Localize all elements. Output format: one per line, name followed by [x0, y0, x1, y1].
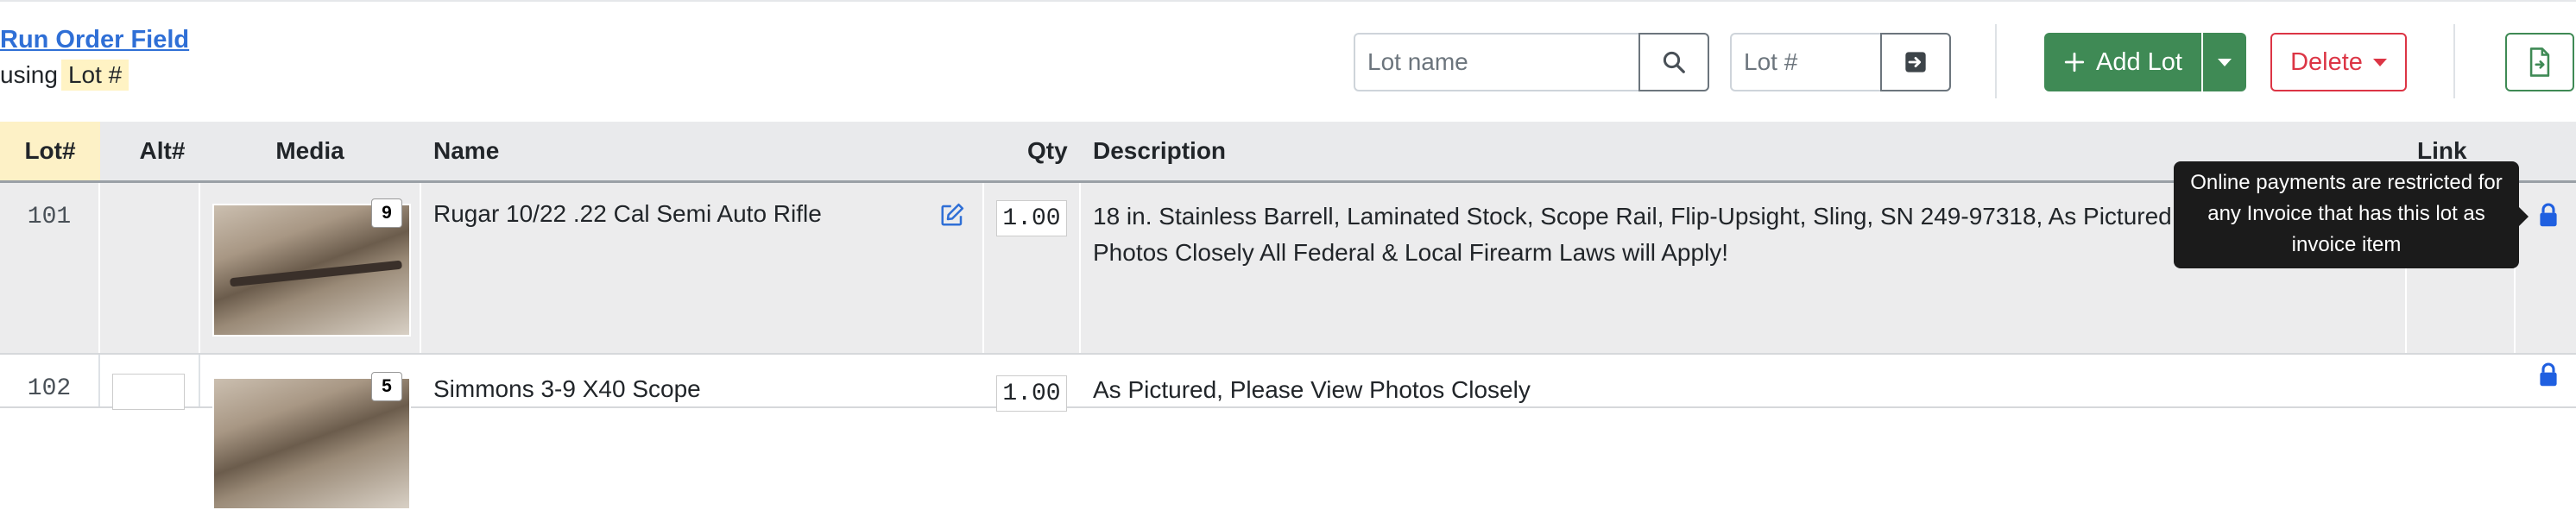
lock-icon[interactable]: [2538, 362, 2559, 387]
lot-number-jump-group: [1730, 33, 1951, 91]
tooltip-arrow: [2519, 207, 2529, 226]
table-row[interactable]: 102 5 Simmons 3-9 X40 Scope 1.00 As Pict…: [0, 355, 2576, 510]
lot-name-search-input[interactable]: [1354, 33, 1638, 91]
lot-number-cell: 101: [0, 183, 100, 353]
lot-name-search-button[interactable]: [1638, 33, 1709, 91]
add-lot-button[interactable]: Add Lot: [2044, 33, 2201, 91]
qty-value[interactable]: 1.00: [996, 375, 1067, 412]
col-lot-number[interactable]: Lot#: [0, 122, 100, 180]
arrow-right-square-icon: [1905, 52, 1926, 72]
using-value-badge: Lot #: [60, 60, 129, 91]
media-count-badge: 9: [371, 198, 402, 228]
using-label: using: [0, 61, 58, 88]
delete-label: Delete: [2290, 47, 2363, 76]
run-order-section: Run Order Field using Lot #: [0, 26, 189, 91]
lot-name: Rugar 10/22 .22 Cal Semi Auto Rifle: [433, 200, 822, 227]
payment-restriction-tooltip: Online payments are restricted for any I…: [2174, 161, 2519, 268]
add-lot-label: Add Lot: [2096, 47, 2182, 76]
col-media: Media: [275, 137, 344, 164]
thumbnail-rifle-shape: [230, 260, 402, 287]
plus-icon: [2064, 52, 2085, 72]
pencil-square-icon[interactable]: [939, 202, 965, 228]
toolbar-divider: [2453, 24, 2455, 98]
add-lot-dropdown-toggle[interactable]: [2203, 33, 2246, 91]
toolbar-divider: [1995, 24, 1997, 98]
lot-description: As Pictured, Please View Photos Closely: [1093, 376, 1531, 403]
lot-description: 18 in. Stainless Barrell, Laminated Stoc…: [1093, 203, 2318, 266]
col-name[interactable]: Name: [433, 122, 865, 180]
file-export-icon: [2529, 47, 2550, 77]
lot-number-input[interactable]: [1730, 33, 1880, 91]
chevron-down-icon: [2218, 58, 2232, 66]
export-button[interactable]: [2505, 33, 2574, 91]
lot-number-cell: 102: [0, 355, 100, 406]
col-qty[interactable]: Qty: [1027, 122, 1079, 180]
alt-number-cell: [100, 183, 200, 353]
lot-number: 101: [27, 204, 72, 230]
run-order-field-link[interactable]: Run Order Field: [0, 26, 189, 54]
alt-number-cell: [100, 355, 200, 406]
lot-number: 102: [27, 375, 72, 402]
col-description[interactable]: Description: [1093, 122, 1352, 180]
caret-down-icon: [2372, 58, 2387, 66]
media-count-badge: 5: [371, 372, 402, 401]
lock-icon[interactable]: [2538, 202, 2559, 228]
lot-number-go-button[interactable]: [1880, 33, 1951, 91]
lot-name-search-group: [1354, 33, 1709, 91]
qty-value[interactable]: 1.00: [996, 200, 1067, 236]
lot-name: Simmons 3-9 X40 Scope: [433, 375, 701, 402]
search-icon: [1663, 51, 1685, 73]
top-border: [0, 0, 2576, 2]
delete-dropdown-button[interactable]: Delete: [2270, 33, 2407, 91]
run-order-using: using Lot #: [0, 60, 189, 91]
